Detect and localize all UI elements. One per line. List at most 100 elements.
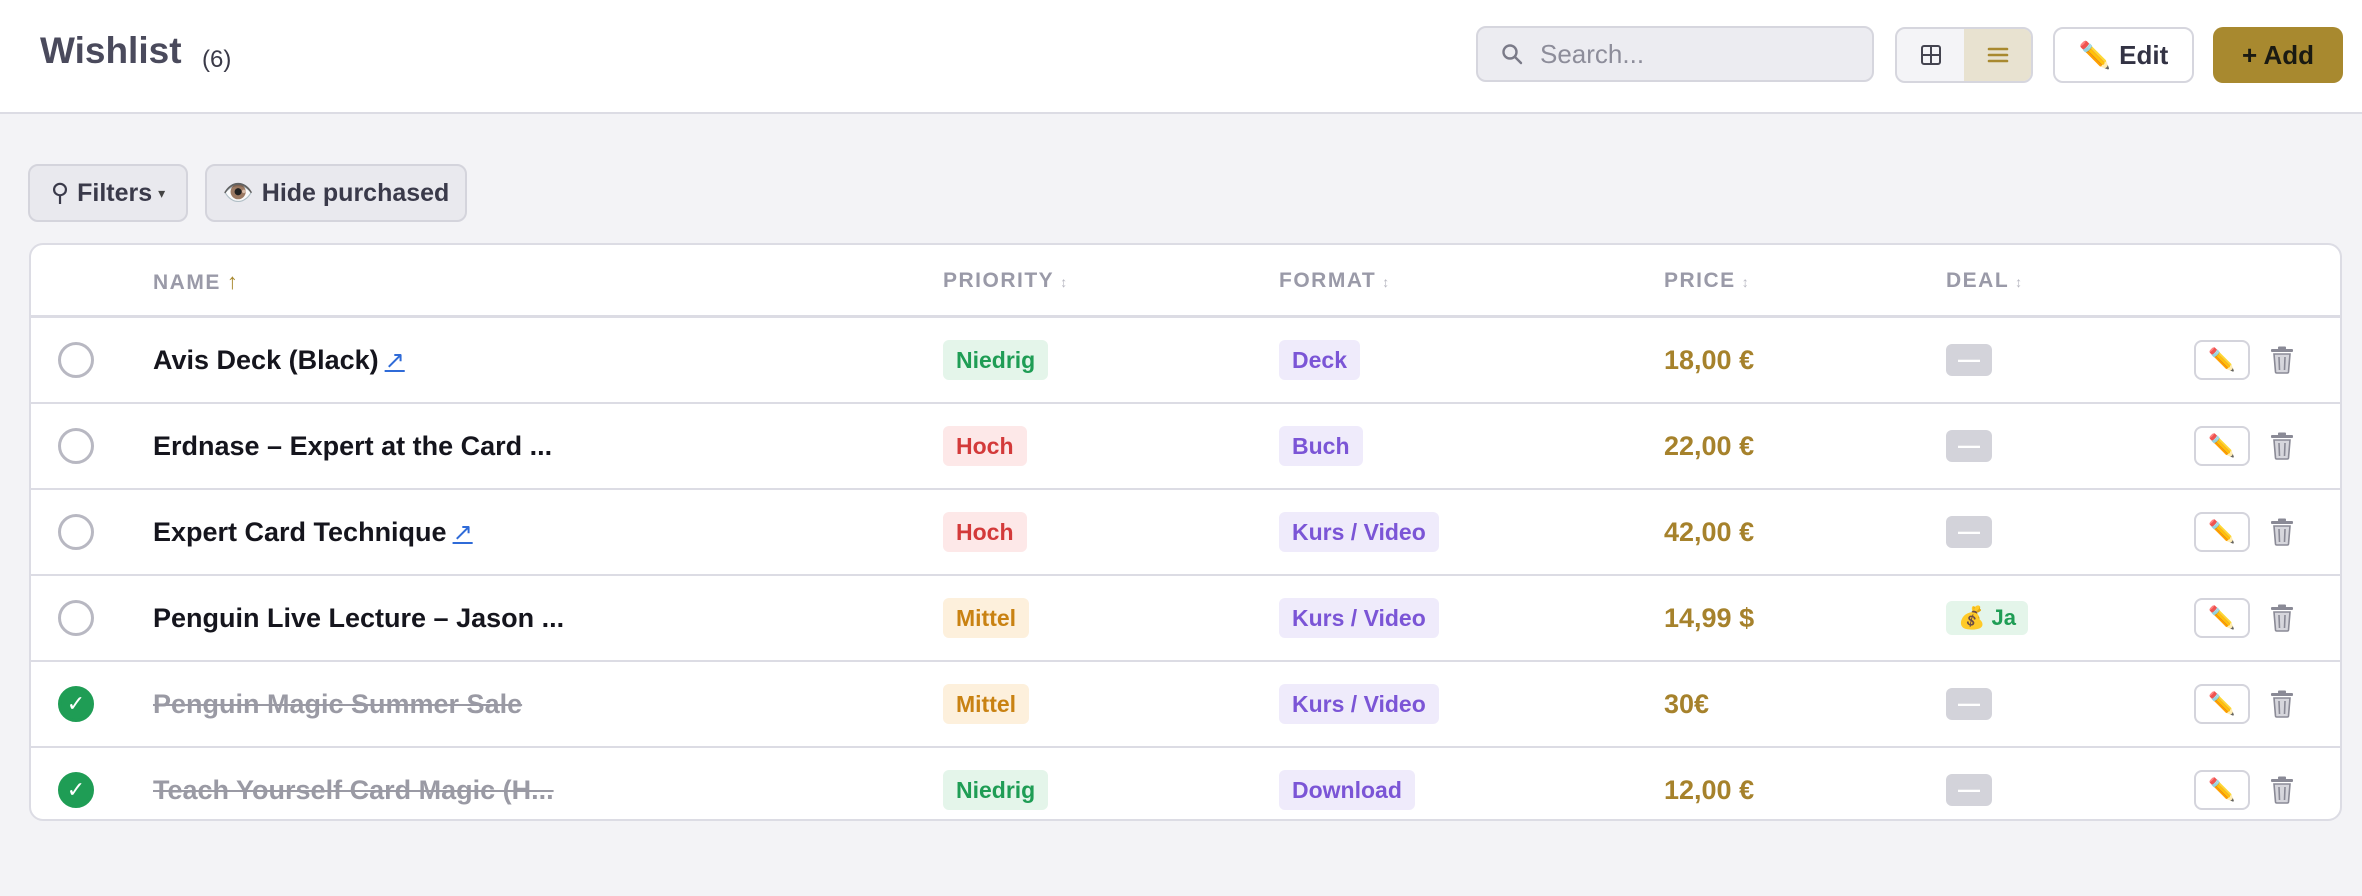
sort-icon: ↕	[1060, 274, 1068, 290]
purchased-checkbox[interactable]	[58, 514, 94, 550]
item-name[interactable]: Expert Card Technique	[153, 517, 447, 548]
sort-icon: ↕	[1741, 274, 1749, 290]
trash-icon	[2271, 690, 2293, 718]
column-deal[interactable]: DEAL ↕	[1946, 269, 2022, 293]
purchased-checkbox[interactable]: ✓	[58, 686, 94, 722]
delete-button[interactable]	[2270, 776, 2294, 804]
table-row: Penguin Live Lecture – Jason ... Mittel …	[31, 576, 2340, 662]
app-header: Wishlist (6) ✏️ Edit + Add	[0, 0, 2362, 114]
format-badge: Kurs / Video	[1279, 684, 1439, 724]
item-price: 18,00 €	[1664, 344, 1755, 375]
external-link-icon[interactable]: ↗	[385, 346, 405, 375]
table-row: Expert Card Technique ↗ Hoch Kurs / Vide…	[31, 490, 2340, 576]
item-name[interactable]: Avis Deck (Black)	[153, 345, 379, 376]
hide-purchased-label: Hide purchased	[261, 178, 450, 207]
add-button[interactable]: + Add	[2213, 27, 2343, 83]
purchased-checkbox[interactable]	[58, 342, 94, 378]
item-price: 22,00 €	[1664, 430, 1755, 461]
filters-label: Filters	[77, 178, 153, 207]
sort-icon: ↕	[2015, 274, 2023, 290]
item-price: 14,99 $	[1664, 602, 1755, 633]
row-edit-button[interactable]: ✏️	[2194, 340, 2250, 380]
trash-icon	[2271, 604, 2293, 632]
format-badge: Kurs / Video	[1279, 512, 1439, 552]
hide-purchased-button[interactable]: 👁️ Hide purchased	[205, 164, 467, 222]
item-name[interactable]: Penguin Magic Summer Sale	[153, 689, 522, 720]
item-name[interactable]: Teach Yourself Card Magic (H...	[153, 775, 554, 806]
pencil-icon: ✏️	[2208, 691, 2236, 716]
purchased-checkbox[interactable]: ✓	[58, 772, 94, 808]
column-priority[interactable]: PRIORITY ↕	[943, 269, 1067, 293]
row-edit-button[interactable]: ✏️	[2194, 598, 2250, 638]
pencil-icon: ✏️	[2208, 777, 2236, 802]
list-icon	[1987, 47, 2008, 63]
list-view-button[interactable]	[1964, 29, 2031, 81]
format-badge: Deck	[1279, 340, 1360, 380]
pencil-icon: ✏️	[2208, 433, 2236, 458]
chevron-down-icon: ▾	[158, 184, 166, 201]
eye-icon: 👁️	[222, 178, 254, 207]
sort-asc-icon: ↑	[226, 269, 238, 294]
format-badge: Kurs / Video	[1279, 598, 1439, 638]
column-name[interactable]: NAME ↑	[153, 269, 238, 295]
deal-badge: 💰 Ja	[1946, 601, 2028, 635]
filters-button[interactable]: ⚲ Filters ▾	[28, 164, 188, 222]
column-format[interactable]: FORMAT ↕	[1279, 269, 1389, 293]
wishlist-table: NAME ↑ PRIORITY ↕ FORMAT ↕ PRICE ↕ DEAL ↕ Avi…	[29, 243, 2342, 821]
sort-icon: ↕	[1382, 274, 1390, 290]
row-edit-button[interactable]: ✏️	[2194, 426, 2250, 466]
deal-badge: —	[1946, 516, 1992, 548]
priority-badge: Hoch	[943, 426, 1027, 466]
trash-icon	[2271, 776, 2293, 804]
search-input[interactable]	[1538, 37, 1862, 71]
pencil-icon: ✏️	[2208, 347, 2236, 372]
table-header: NAME ↑ PRIORITY ↕ FORMAT ↕ PRICE ↕ DEAL ↕	[31, 245, 2340, 318]
grid-view-button[interactable]	[1897, 29, 1964, 81]
priority-badge: Mittel	[943, 598, 1030, 638]
checkmark-icon: ✓	[66, 777, 86, 802]
item-price: 42,00 €	[1664, 516, 1755, 547]
view-toggle	[1895, 27, 2033, 83]
trash-icon	[2271, 432, 2293, 460]
filter-icon: ⚲	[50, 179, 70, 207]
pencil-icon: ✏️	[2208, 605, 2236, 630]
edit-button[interactable]: ✏️ Edit	[2053, 27, 2194, 83]
priority-badge: Mittel	[943, 684, 1030, 724]
deal-badge: —	[1946, 344, 1992, 376]
row-edit-button[interactable]: ✏️	[2194, 684, 2250, 724]
trash-icon	[2271, 346, 2293, 374]
table-row: ✓ Teach Yourself Card Magic (H... Niedri…	[31, 748, 2340, 819]
pencil-icon: ✏️	[2078, 39, 2112, 70]
external-link-icon[interactable]: ↗	[453, 518, 473, 547]
delete-button[interactable]	[2270, 690, 2294, 718]
row-edit-button[interactable]: ✏️	[2194, 770, 2250, 810]
grid-icon	[1920, 45, 1941, 65]
format-badge: Download	[1279, 770, 1415, 810]
deal-badge: —	[1946, 430, 1992, 462]
item-count: (6)	[202, 46, 232, 73]
trash-icon	[2271, 518, 2293, 546]
item-price: 30€	[1664, 688, 1710, 719]
priority-badge: Hoch	[943, 512, 1027, 552]
deal-badge: —	[1946, 688, 1992, 720]
search-box[interactable]	[1476, 26, 1874, 82]
page-title: Wishlist	[40, 30, 182, 71]
delete-button[interactable]	[2270, 604, 2294, 632]
table-row: ✓ Penguin Magic Summer Sale Mittel Kurs …	[31, 662, 2340, 748]
delete-button[interactable]	[2270, 346, 2294, 374]
row-edit-button[interactable]: ✏️	[2194, 512, 2250, 552]
format-badge: Buch	[1279, 426, 1363, 466]
deal-badge: —	[1946, 774, 1992, 806]
item-name[interactable]: Penguin Live Lecture – Jason ...	[153, 603, 564, 634]
delete-button[interactable]	[2270, 518, 2294, 546]
table-body: Avis Deck (Black) ↗ Niedrig Deck 18,00 €…	[31, 318, 2340, 819]
column-price[interactable]: PRICE ↕	[1664, 269, 1749, 293]
delete-button[interactable]	[2270, 432, 2294, 460]
search-icon	[1502, 44, 1523, 65]
purchased-checkbox[interactable]	[58, 428, 94, 464]
purchased-checkbox[interactable]	[58, 600, 94, 636]
item-name[interactable]: Erdnase – Expert at the Card ...	[153, 431, 552, 462]
edit-button-label: Edit	[2119, 39, 2169, 70]
item-price: 12,00 €	[1664, 774, 1755, 805]
table-row: Erdnase – Expert at the Card ... Hoch Bu…	[31, 404, 2340, 490]
